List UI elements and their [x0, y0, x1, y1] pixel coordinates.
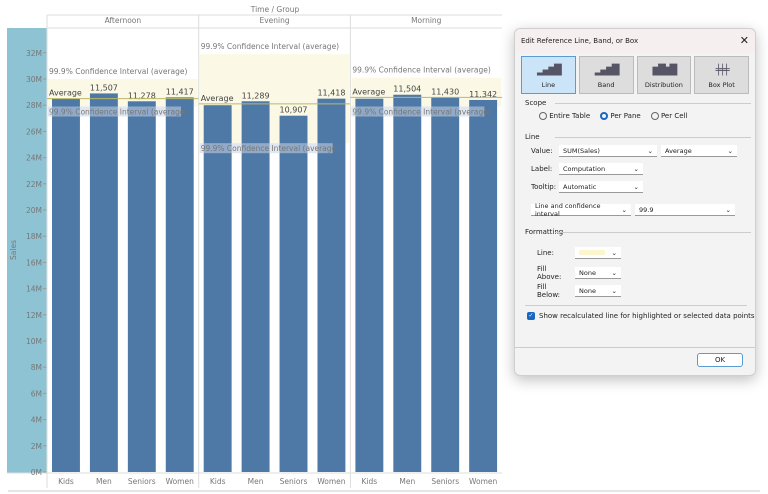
x-tick-label: Seniors: [280, 477, 308, 486]
bar-morning-seniors: [431, 97, 460, 472]
pane-header-morning: Morning: [411, 16, 442, 25]
value-select[interactable]: SUM(Sales) ⌄: [559, 145, 657, 157]
bar-evening-women: [317, 98, 346, 473]
ok-button[interactable]: OK: [697, 353, 743, 367]
type-line-button[interactable]: ▂▄▆█ Line: [521, 56, 576, 94]
y-tick-label: 32M: [26, 49, 42, 58]
x-tick-label: Men: [248, 477, 264, 486]
y-tick-label: 6M: [31, 389, 42, 398]
bar-evening-men: [241, 101, 270, 473]
formatting-heading: Formatting: [525, 228, 753, 236]
bar-afternoon-men: [89, 93, 118, 472]
y-tick-label: 14M: [26, 285, 42, 294]
ci-upper-label: 99.9% Confidence Interval (average): [352, 66, 490, 75]
tooltip-select[interactable]: Automatic ⌄: [559, 181, 643, 193]
confidence-level-select[interactable]: 99.9 ⌄: [635, 204, 735, 216]
y-tick-label: 22M: [26, 180, 42, 189]
bar-value-label: 11,507: [90, 83, 118, 92]
bar-afternoon-kids: [52, 98, 80, 473]
y-tick-label: 18M: [26, 232, 42, 241]
label-select[interactable]: Computation ⌄: [559, 163, 643, 175]
type-distribution-button[interactable]: ▆█▆█ Distribution: [636, 56, 692, 94]
x-tick-label: Kids: [58, 477, 74, 486]
ci-upper-label: 99.9% Confidence Interval (average): [201, 42, 339, 51]
x-tick-label: Men: [96, 477, 112, 486]
x-tick-label: Women: [166, 477, 194, 486]
y-tick-label: 20M: [26, 206, 42, 215]
bar-evening-seniors: [279, 115, 308, 473]
bar-morning-women: [469, 99, 498, 473]
y-tick-label: 16M: [26, 258, 42, 267]
distribution-chart-icon: ▆█▆█: [652, 65, 677, 76]
fill-above-select[interactable]: None ⌄: [575, 267, 621, 279]
x-tick-label: Kids: [210, 477, 226, 486]
ci-upper-label: 99.9% Confidence Interval (average): [49, 67, 187, 76]
interval-type-select[interactable]: Line and confidence interval ⌄: [531, 202, 631, 218]
bar-evening-kids: [203, 105, 232, 472]
ci-lower-label: 99.9% Confidence Interval (average): [201, 144, 339, 153]
y-tick-label: 8M: [31, 363, 42, 372]
scope-entire-table-radio[interactable]: Entire Table: [539, 112, 590, 120]
bar-afternoon-seniors: [127, 101, 156, 473]
x-tick-label: Seniors: [431, 477, 459, 486]
bar-value-label: 11,418: [317, 89, 345, 98]
fill-below-select[interactable]: None ⌄: [575, 285, 621, 297]
bar-value-label: 11,289: [242, 91, 270, 100]
y-tick-label: 28M: [26, 101, 42, 110]
type-box-plot-button[interactable]: ╪╪╪ Box Plot: [694, 56, 749, 94]
close-icon[interactable]: ✕: [740, 35, 749, 46]
y-tick-label: 12M: [26, 311, 42, 320]
average-label: Average: [352, 87, 385, 96]
bar-value-label: 11,417: [166, 87, 194, 96]
bar-afternoon-women: [165, 97, 194, 472]
bar-morning-men: [393, 94, 422, 472]
x-tick-label: Women: [469, 477, 497, 486]
x-tick-label: Kids: [362, 477, 378, 486]
bar-value-label: 11,430: [431, 87, 459, 96]
line-heading: Line: [525, 133, 745, 141]
x-tick-label: Seniors: [128, 477, 156, 486]
line-color-select[interactable]: ⌄: [575, 247, 621, 259]
y-tick-label: 24M: [26, 154, 42, 163]
bar-morning-kids: [355, 98, 384, 473]
ci-lower-label: 99.9% Confidence Interval (average): [352, 108, 490, 117]
x-tick-label: Women: [317, 477, 345, 486]
bar-value-label: 11,504: [393, 85, 421, 94]
y-tick-label: 10M: [26, 337, 42, 346]
dialog-title: Edit Reference Line, Band, or Box: [521, 37, 639, 45]
average-label: Average: [49, 89, 82, 98]
chart-title: Time / Group: [250, 5, 300, 14]
recalculated-line-checkbox[interactable]: ✓ Show recalculated line for highlighted …: [527, 312, 755, 320]
edit-reference-line-dialog: Edit Reference Line, Band, or Box ✕ ▂▄▆█ L…: [514, 28, 756, 376]
x-tick-label: Men: [399, 477, 415, 486]
scope-heading: Scope: [525, 99, 755, 107]
y-tick-label: 2M: [31, 442, 42, 451]
scope-per-cell-radio[interactable]: Per Cell: [650, 112, 687, 120]
y-tick-label: 0M: [31, 468, 42, 477]
y-tick-label: 30M: [26, 75, 42, 84]
y-tick-label: 26M: [26, 127, 42, 136]
pane-header-evening: Evening: [259, 16, 289, 25]
pane-header-afternoon: Afternoon: [105, 16, 142, 25]
type-band-button[interactable]: ▂▄▆█ Band: [578, 56, 634, 94]
average-label: Average: [201, 94, 234, 103]
y-tick-label: 4M: [31, 416, 42, 425]
box-plot-icon: ╪╪╪: [715, 65, 730, 76]
scope-per-pane-radio[interactable]: Per Pane: [600, 112, 641, 120]
y-axis-title: Sales: [9, 240, 18, 260]
aggregation-select[interactable]: Average ⌄: [661, 145, 737, 157]
ci-lower-label: 99.9% Confidence Interval (average): [49, 108, 187, 117]
check-icon: ✓: [527, 312, 535, 320]
line-chart-icon: ▂▄▆█: [536, 65, 562, 76]
band-chart-icon: ▂▄▆█: [594, 65, 620, 76]
bar-value-label: 10,907: [280, 106, 308, 115]
